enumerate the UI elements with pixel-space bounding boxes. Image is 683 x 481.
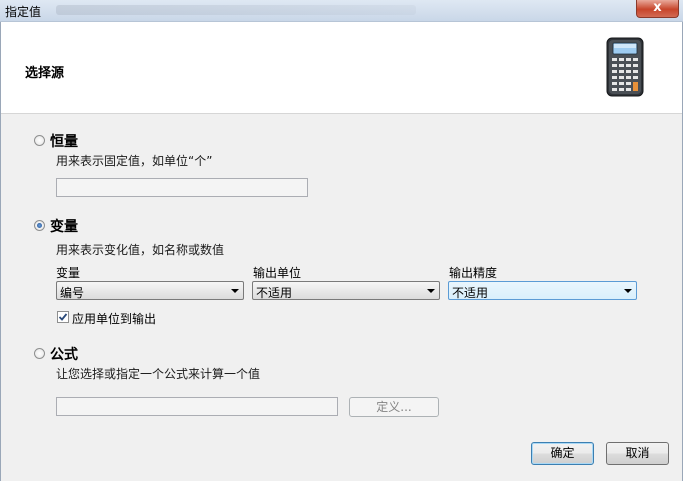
title-bar-background xyxy=(56,5,416,15)
chevron-down-icon xyxy=(231,289,239,293)
constant-description: 用来表示固定值，如单位“个” xyxy=(56,154,213,168)
variable-dropdown[interactable]: 编号 xyxy=(56,281,244,300)
variable-radio[interactable] xyxy=(34,220,45,231)
output-precision-label: 输出精度 xyxy=(449,266,498,280)
window-title: 指定值 xyxy=(5,5,42,19)
output-precision-dropdown[interactable]: 不适用 xyxy=(448,281,637,300)
variable-label: 变量 xyxy=(50,219,78,235)
output-unit-dropdown[interactable]: 不适用 xyxy=(252,281,440,300)
output-unit-label: 输出单位 xyxy=(253,266,302,280)
constant-radio[interactable] xyxy=(34,135,45,146)
output-unit-dropdown-value: 不适用 xyxy=(256,286,293,300)
formula-input[interactable] xyxy=(56,397,338,416)
checkmark-icon xyxy=(58,313,68,321)
apply-unit-checkbox[interactable] xyxy=(57,311,69,323)
output-precision-dropdown-value: 不适用 xyxy=(452,286,489,300)
title-bar: 指定值 xyxy=(0,0,683,22)
cancel-button[interactable]: 取消 xyxy=(606,442,669,465)
chevron-down-icon xyxy=(427,289,435,293)
header-title: 选择源 xyxy=(25,66,65,81)
formula-description: 让您选择或指定一个公式来计算一个值 xyxy=(56,367,261,381)
formula-radio[interactable] xyxy=(34,348,45,359)
close-button[interactable]: x xyxy=(636,0,679,18)
variable-dropdown-value: 编号 xyxy=(60,286,85,300)
define-button[interactable]: 定义... xyxy=(349,397,439,417)
calculator-icon xyxy=(606,37,644,97)
constant-label: 恒量 xyxy=(50,134,78,150)
variable-field-label: 变量 xyxy=(56,266,81,280)
variable-description: 用来表示变化值，如名称或数值 xyxy=(56,243,225,257)
formula-label: 公式 xyxy=(50,347,78,363)
dialog-header: 选择源 xyxy=(1,23,682,114)
chevron-down-icon xyxy=(624,289,632,293)
apply-unit-label: 应用单位到输出 xyxy=(72,312,157,326)
ok-button[interactable]: 确定 xyxy=(531,442,594,465)
constant-value-input[interactable] xyxy=(56,178,308,197)
